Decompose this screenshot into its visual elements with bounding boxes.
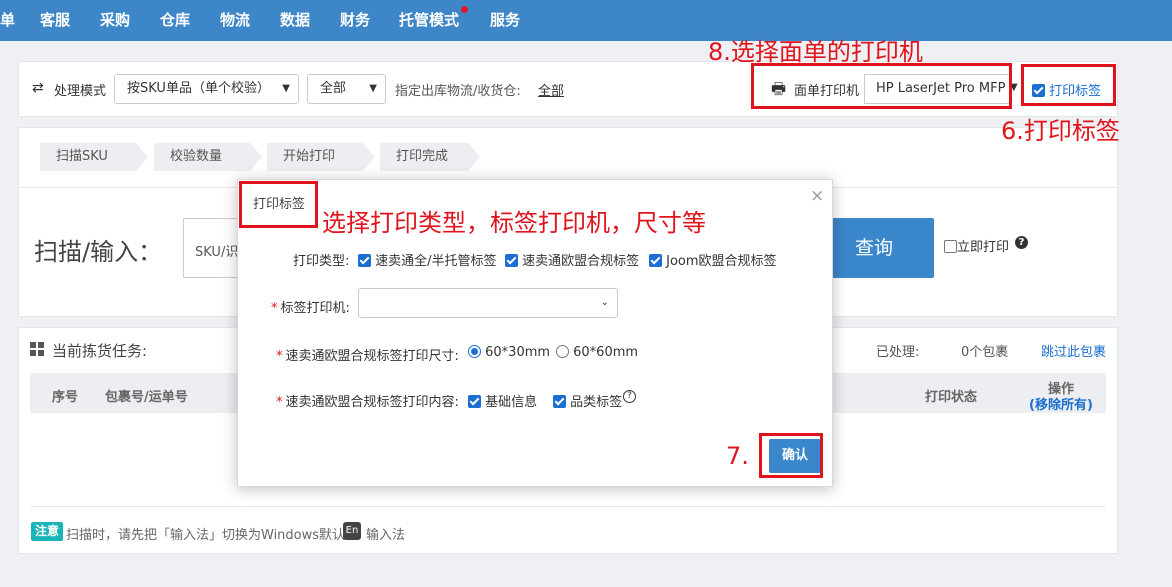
content-basic-info[interactable]: 基础信息 [468,391,537,410]
print-type-aliexpress-hosted[interactable]: 速卖通全/半托管标签 [358,250,497,269]
label-printer-label: * 标签打印机: [271,301,350,316]
step-verify-quantity: 校验数量 [154,143,262,171]
help-icon[interactable]: ? [1015,236,1028,249]
print-type-text: 速卖通全/半托管标签 [375,254,497,269]
size-option-60x30[interactable]: 60*30mm [468,345,550,360]
nav-item-purchase[interactable]: 采购 [100,0,130,41]
content-option-text: 基础信息 [485,395,538,410]
processed-label: 已处理: [876,345,920,360]
chevron-down-icon: ▼ [282,83,290,94]
nav-item-orders[interactable]: 单 [0,0,15,41]
annotation-box-dialog-title [239,181,318,228]
annotation-select-printer: 8.选择面单的打印机 [708,38,923,66]
switch-icon: ⇄ [32,80,44,96]
en-badge: En [343,522,361,540]
carrier-label: 指定出库物流/收货仓: [395,84,521,99]
nav-item-services[interactable]: 服务 [490,0,520,41]
col-package: 包裹号/运单号 [105,390,188,405]
carrier-link[interactable]: 全部 [538,80,564,99]
tasks-title: 当前拣货任务: [52,342,148,360]
label-printer-select[interactable]: ⌄ [358,288,618,318]
print-type-aliexpress-eu[interactable]: 速卖通欧盟合规标签 [505,250,639,269]
step-print-complete: 打印完成 [380,143,480,171]
size-label-text: 速卖通欧盟合规标签打印尺寸: [285,349,459,364]
nav-item-data[interactable]: 数据 [280,0,310,41]
nav-item-warehouse[interactable]: 仓库 [160,0,190,41]
size-option-text: 60*60mm [573,345,639,360]
instant-print-text: 立即打印 [957,240,1010,255]
chevron-down-icon: ⌄ [600,297,609,308]
divider [30,506,1106,507]
annotation-box-printer [751,63,1012,109]
annotation-confirm-step: 7. [726,442,749,470]
annotation-box-confirm [759,433,823,478]
print-type-text: 速卖通欧盟合规标签 [522,254,640,269]
checkbox-icon [468,395,481,408]
filter-select[interactable]: 全部 ▼ [307,74,386,104]
radio-icon [556,345,569,358]
checkbox-icon [649,254,662,267]
checkbox-icon [358,254,371,267]
step-scan-sku: 扫描SKU [40,143,148,171]
mode-label: 处理模式 [54,84,107,99]
help-icon[interactable]: ? [623,390,636,403]
print-type-label: 打印类型: [293,254,350,269]
instant-print-toggle[interactable]: 立即打印 [944,236,1009,255]
annotation-print-label: 6.打印标签 [1001,117,1120,145]
close-icon[interactable]: × [810,186,824,206]
processed-count: 0个包裹 [961,345,1009,360]
radio-selected-icon [468,345,481,358]
mode-select-value: 按SKU单品（单个校验） [127,81,270,96]
remove-all-link[interactable]: (移除所有) [1029,394,1093,413]
top-nav: 单 客服 采购 仓库 物流 数据 财务 托管模式 服务 [0,0,1172,41]
scan-title: 扫描/输入： [34,238,163,266]
nav-item-hosted-mode[interactable]: 托管模式 [399,0,459,41]
notification-dot [461,6,468,13]
nav-item-finance[interactable]: 财务 [340,0,370,41]
size-label: * 速卖通欧盟合规标签打印尺寸: [276,349,459,364]
scan-input-value: SKU/识 [195,245,239,260]
size-option-text: 60*30mm [485,345,551,360]
annotation-box-print-label [1021,64,1116,106]
col-index: 序号 [52,390,79,405]
filter-select-value: 全部 [320,81,347,96]
size-option-60x60[interactable]: 60*60mm [556,345,638,360]
label-printer-label-text: 标签打印机: [280,301,350,316]
col-print-status: 打印状态 [925,390,978,405]
mode-select[interactable]: 按SKU单品（单个校验） ▼ [114,74,299,104]
notice-badge: 注意 [31,522,64,541]
content-label: * 速卖通欧盟合规标签打印内容: [276,395,459,410]
checkbox-icon [505,254,518,267]
nav-item-logistics[interactable]: 物流 [220,0,250,41]
notice-text: 扫描时，请先把「输入法」切换为Windows默认 [66,528,346,543]
notice-text-after: 输入法 [366,528,406,543]
content-option-text: 品类标签 [570,395,623,410]
checkbox-icon [944,240,957,253]
print-type-text: Joom欧盟合规标签 [666,254,777,269]
annotation-choose-type: 选择打印类型，标签打印机，尺寸等 [322,209,706,237]
content-label-text: 速卖通欧盟合规标签打印内容: [285,395,459,410]
step-start-print: 开始打印 [267,143,375,171]
scan-input[interactable]: SKU/识 [183,218,243,278]
chevron-down-icon: ▼ [369,83,377,94]
skip-package-link[interactable]: 跳过此包裹 [1041,341,1106,360]
grid-icon [30,342,44,356]
checkbox-icon [553,395,566,408]
content-category-label[interactable]: 品类标签 [553,391,622,410]
print-type-joom-eu[interactable]: Joom欧盟合规标签 [649,250,777,269]
nav-item-customer-service[interactable]: 客服 [40,0,70,41]
